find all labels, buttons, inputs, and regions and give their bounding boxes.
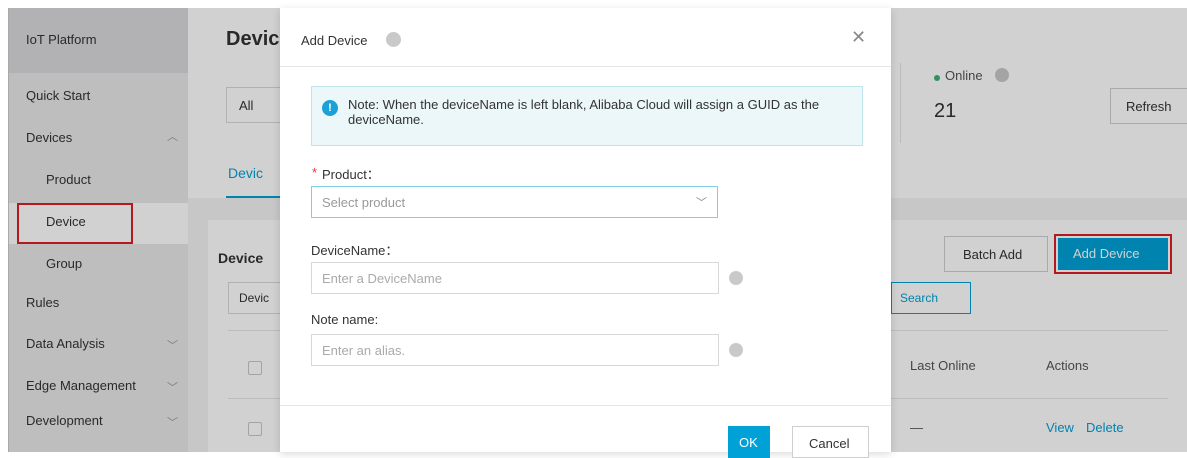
- dialog-footer-divider: [280, 405, 891, 406]
- dialog-header-divider: [280, 66, 891, 67]
- cancel-button[interactable]: Cancel: [792, 426, 869, 458]
- close-icon[interactable]: ✕: [851, 27, 866, 48]
- product-select-placeholder: Select product: [322, 195, 406, 210]
- chevron-down-icon: ﹀: [696, 197, 707, 209]
- notename-label: Note name:: [311, 312, 379, 327]
- product-select[interactable]: Select product ﹀: [311, 186, 718, 218]
- notename-input[interactable]: Enter an alias.: [311, 334, 719, 366]
- devicename-input[interactable]: Enter a DeviceName: [311, 262, 719, 294]
- help-icon[interactable]: [386, 32, 401, 47]
- required-asterisk: *: [312, 165, 318, 180]
- devicename-label: DeviceName：: [311, 243, 399, 258]
- help-icon[interactable]: [729, 271, 743, 285]
- notice-text: Note: When the deviceName is left blank,…: [348, 97, 820, 127]
- notice-box: ! Note: When the deviceName is left blan…: [311, 86, 863, 146]
- product-label: Product：: [322, 167, 380, 182]
- help-icon[interactable]: [729, 343, 743, 357]
- add-device-dialog: Add Device ✕ ! Note: When the deviceName…: [280, 8, 891, 458]
- dialog-title: Add Device: [301, 33, 368, 48]
- ok-button[interactable]: OK: [728, 426, 770, 458]
- info-icon: !: [322, 100, 338, 116]
